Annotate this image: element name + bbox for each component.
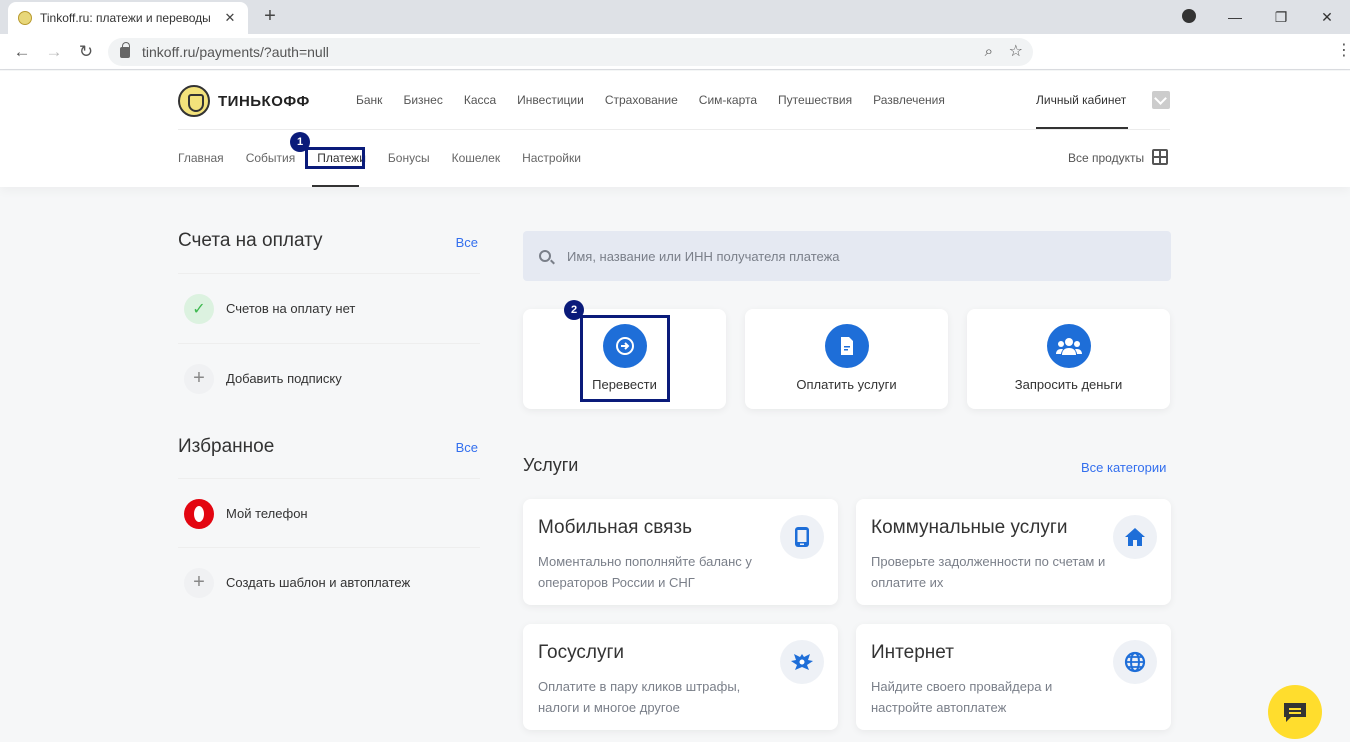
eagle-icon bbox=[780, 640, 824, 684]
maximize-button[interactable]: ❐ bbox=[1258, 9, 1304, 26]
personal-cabinet-link[interactable]: Личный кабинет bbox=[1036, 93, 1126, 107]
nav-sim[interactable]: Сим-карта bbox=[699, 93, 757, 107]
tinkoff-logo[interactable]: ТИНЬКОФФ bbox=[178, 85, 310, 117]
check-icon: ✓ bbox=[184, 293, 214, 324]
service-title: Интернет bbox=[871, 642, 954, 663]
search-placeholder: Имя, название или ИНН получателя платежа bbox=[567, 248, 840, 264]
favorites-title: Избранное bbox=[178, 436, 275, 457]
close-window-button[interactable]: ✕ bbox=[1304, 9, 1350, 26]
service-desc: Моментально пополняйте баланс у оператор… bbox=[538, 554, 752, 590]
minimize-button[interactable]: — bbox=[1212, 9, 1258, 25]
plus-icon: + bbox=[184, 567, 214, 598]
add-subscription-label: Добавить подписку bbox=[226, 371, 342, 386]
document-icon bbox=[825, 324, 869, 368]
service-card-utilities[interactable]: Коммунальные услуги Проверьте задолженно… bbox=[856, 499, 1171, 605]
service-desc: Оплатите в пару кликов штрафы, налоги и … bbox=[538, 679, 741, 715]
notifications-icon[interactable] bbox=[1152, 91, 1170, 109]
url-input[interactable]: tinkoff.ru/payments/?auth=null ⌕ ☆ bbox=[108, 38, 1033, 66]
subnav-active-underline bbox=[312, 185, 359, 187]
zoom-icon[interactable]: ⌕ bbox=[985, 43, 993, 60]
url-text: tinkoff.ru/payments/?auth=null bbox=[142, 44, 329, 60]
favicon-icon bbox=[18, 11, 32, 25]
service-title: Мобильная связь bbox=[538, 517, 692, 538]
invoices-title: Счета на оплату bbox=[178, 230, 323, 251]
all-products-icon[interactable] bbox=[1152, 149, 1168, 165]
service-title: Госуслуги bbox=[538, 642, 625, 663]
subnav-bonuses[interactable]: Бонусы bbox=[388, 151, 430, 165]
home-icon bbox=[1113, 515, 1157, 559]
add-subscription-button[interactable]: + Добавить подписку bbox=[178, 343, 480, 413]
payment-search-input[interactable]: Имя, название или ИНН получателя платежа bbox=[523, 231, 1171, 281]
window-controls: — ❐ ✕ bbox=[1166, 0, 1350, 34]
header-divider bbox=[178, 129, 1170, 130]
favorites-all-link[interactable]: Все bbox=[456, 440, 478, 455]
reload-icon[interactable]: ↻ bbox=[74, 40, 98, 64]
subnav-settings[interactable]: Настройки bbox=[522, 151, 581, 165]
invoices-all-link[interactable]: Все bbox=[456, 235, 478, 250]
phone-icon bbox=[780, 515, 824, 559]
list-item-no-invoices: ✓ Счетов на оплату нет bbox=[178, 273, 480, 343]
favorite-my-phone[interactable]: Мой телефон bbox=[178, 478, 480, 548]
step-badge-1: 1 bbox=[290, 132, 310, 152]
nav-bank[interactable]: Банк bbox=[356, 93, 382, 107]
forward-icon[interactable]: → bbox=[42, 40, 66, 64]
services-title: Услуги bbox=[523, 455, 579, 475]
bookmark-star-icon[interactable]: ☆ bbox=[1009, 41, 1023, 61]
service-card-gosuslugi[interactable]: Госуслуги Оплатите в пару кликов штрафы,… bbox=[523, 624, 838, 730]
logo-text: ТИНЬКОФФ bbox=[218, 92, 310, 110]
highlight-box-transfer bbox=[580, 315, 670, 402]
search-icon bbox=[539, 250, 551, 262]
nav-business[interactable]: Бизнес bbox=[403, 93, 442, 107]
browser-menu-icon[interactable]: ⋮ bbox=[1336, 40, 1350, 64]
subnav-wallet[interactable]: Кошелек bbox=[452, 151, 501, 165]
address-bar-row: ← → ↻ tinkoff.ru/payments/?auth=null ⌕ ☆… bbox=[0, 34, 1350, 70]
all-products-link[interactable]: Все продукты bbox=[1068, 151, 1144, 165]
new-tab-button[interactable]: + bbox=[258, 5, 282, 29]
plus-icon: + bbox=[184, 363, 214, 394]
tab-title: Tinkoff.ru: платежи и переводы bbox=[40, 11, 211, 25]
nav-kassa[interactable]: Касса bbox=[464, 93, 496, 107]
sub-nav: Главная События Платежи Бонусы Кошелек Н… bbox=[178, 151, 603, 165]
back-icon[interactable]: ← bbox=[10, 40, 34, 64]
all-categories-link[interactable]: Все категории bbox=[1081, 460, 1166, 475]
subnav-main[interactable]: Главная bbox=[178, 151, 224, 165]
profile-icon[interactable] bbox=[1166, 8, 1212, 26]
site-header: ТИНЬКОФФ Банк Бизнес Касса Инвестиции Ст… bbox=[0, 71, 1350, 187]
left-column: Счета на оплату Все ✓ Счетов на оплату н… bbox=[178, 230, 480, 598]
top-nav: Банк Бизнес Касса Инвестиции Страхование… bbox=[356, 93, 966, 107]
people-icon bbox=[1047, 324, 1091, 368]
nav-insurance[interactable]: Страхование bbox=[605, 93, 678, 107]
service-title: Коммунальные услуги bbox=[871, 517, 1068, 538]
nav-travel[interactable]: Путешествия bbox=[778, 93, 852, 107]
crest-icon bbox=[178, 85, 210, 117]
mts-logo-icon bbox=[184, 498, 214, 529]
nav-entertainment[interactable]: Развлечения bbox=[873, 93, 945, 107]
create-template-label: Создать шаблон и автоплатеж bbox=[226, 575, 411, 590]
service-desc: Проверьте задолженности по счетам и опла… bbox=[871, 554, 1106, 590]
nav-investments[interactable]: Инвестиции bbox=[517, 93, 584, 107]
subnav-events[interactable]: События bbox=[246, 151, 296, 165]
step-badge-2: 2 bbox=[564, 300, 584, 320]
chat-button[interactable] bbox=[1268, 685, 1322, 739]
create-template-button[interactable]: + Создать шаблон и автоплатеж bbox=[178, 547, 480, 617]
my-phone-label: Мой телефон bbox=[226, 506, 308, 521]
browser-tab[interactable]: Tinkoff.ru: платежи и переводы ✕ bbox=[8, 2, 248, 34]
pay-services-label: Оплатить услуги bbox=[796, 377, 897, 392]
service-desc: Найдите своего провайдера и настройте ав… bbox=[871, 679, 1053, 715]
globe-icon bbox=[1113, 640, 1157, 684]
lock-icon bbox=[120, 41, 130, 58]
service-card-mobile[interactable]: Мобильная связь Моментально пополняйте б… bbox=[523, 499, 838, 605]
request-money-button[interactable]: Запросить деньги bbox=[967, 309, 1170, 409]
chat-icon bbox=[1284, 703, 1306, 722]
tab-close-icon[interactable]: ✕ bbox=[222, 10, 238, 26]
pay-services-button[interactable]: Оплатить услуги bbox=[745, 309, 948, 409]
browser-tabbar: Tinkoff.ru: платежи и переводы ✕ + — ❐ ✕ bbox=[0, 0, 1350, 34]
no-invoices-text: Счетов на оплату нет bbox=[226, 301, 356, 316]
service-card-internet[interactable]: Интернет Найдите своего провайдера и нас… bbox=[856, 624, 1171, 730]
request-money-label: Запросить деньги bbox=[1014, 377, 1123, 392]
highlight-box-payments bbox=[305, 147, 365, 169]
